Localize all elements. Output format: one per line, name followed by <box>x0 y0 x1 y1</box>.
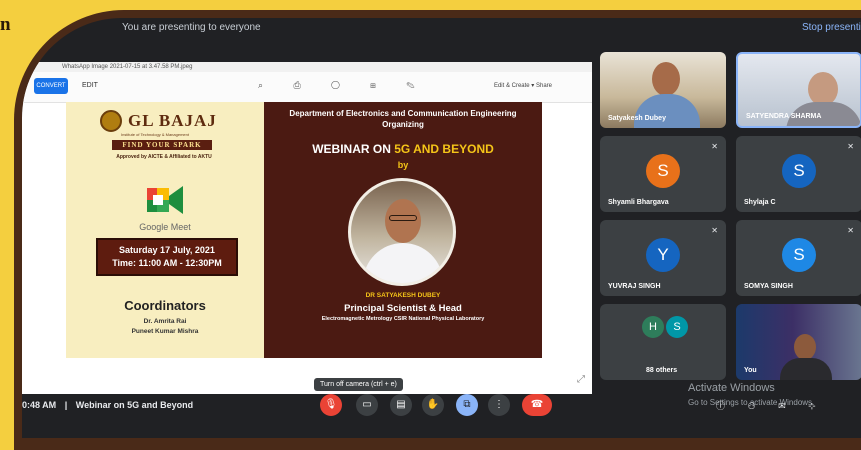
viewer-edit-label[interactable]: EDIT <box>82 82 98 89</box>
college-tagline: FIND YOUR SPARK <box>112 140 212 150</box>
meeting-side-icons[interactable]: ⓘ ⚇ ✉ ⊹ <box>716 399 826 412</box>
participant-avatar: H <box>642 316 664 338</box>
speaker-role: Principal Scientist & Head <box>344 303 462 314</box>
participant-tile[interactable]: ✕ S Shyamli Bhargava <box>600 136 726 212</box>
college-logo-text: GL BAJAJ <box>128 111 217 130</box>
college-emblem-icon <box>100 110 122 132</box>
activate-windows-title: Activate Windows <box>688 382 775 394</box>
participant-avatar: S <box>782 153 816 188</box>
presenting-banner: You are presenting to everyone <box>122 22 261 33</box>
shared-screen: WhatsApp Image 2021-07-15 at 3.47.58 PM.… <box>22 62 592 394</box>
viewer-toolbar-icons[interactable]: ⌕ ⎙ ◯ ⊞ ✎ <box>258 80 429 91</box>
viewer-primary-button[interactable]: CONVERT <box>34 78 68 94</box>
by-label: by <box>397 160 409 170</box>
speaker-lab: Electromagnetic Metrology CSIR National … <box>321 316 485 322</box>
more-options-button[interactable]: ⋮ <box>488 394 510 416</box>
participant-tile[interactable]: Satyakesh Dubey <box>600 52 726 128</box>
participant-avatar: S <box>782 237 816 272</box>
image-viewer-toolbar: CONVERT EDIT ⌕ ⎙ ◯ ⊞ ✎ Edit & Create ▾ S… <box>22 72 592 103</box>
captions-button[interactable]: ▤ <box>390 394 412 416</box>
college-approval: Approved by AICTE & Affiliated to AKTU <box>116 154 212 160</box>
participant-name: Shylaja C <box>744 199 776 206</box>
participant-tile-active[interactable]: SATYENDRA SHARMA <box>736 52 861 128</box>
webinar-title: WEBINAR ON 5G AND BEYOND <box>264 142 542 156</box>
participant-tile[interactable]: ✕ S Shylaja C <box>736 136 861 212</box>
participant-avatar: S <box>666 316 688 338</box>
self-view-tile[interactable]: You <box>736 304 861 380</box>
participant-tile[interactable]: ✕ Y YUVRAJ SINGH <box>600 220 726 296</box>
coordinator-name: Puneet Kumar Mishra <box>131 328 199 335</box>
meeting-info: 0:48 AM | Webinar on 5G and Beyond <box>22 400 193 410</box>
viewer-right-actions[interactable]: Edit & Create ▾ Share <box>494 82 552 89</box>
webinar-topic: 5G AND BEYOND <box>394 142 494 156</box>
meeting-time: 0:48 AM <box>22 400 57 410</box>
mic-off-icon: ✕ <box>711 226 718 235</box>
participant-avatar: Y <box>646 237 680 272</box>
event-date-box: Saturday 17 July, 2021 Time: 11:00 AM - … <box>96 238 238 276</box>
event-time: Time: 11:00 AM - 12:30PM <box>112 258 222 268</box>
college-subtitle: Institute of Technology & Management <box>121 132 189 137</box>
participant-name: You <box>744 367 757 374</box>
webinar-prefix: WEBINAR ON <box>312 142 395 156</box>
department-heading: Department of Electronics and Communicat… <box>289 109 517 129</box>
mic-off-icon: ✕ <box>847 226 854 235</box>
coordinator-name: Dr. Amrita Rai <box>143 318 187 325</box>
camera-tooltip: Turn off camera (ctrl + e) <box>314 378 403 391</box>
speaker-photo <box>348 178 456 286</box>
college-logo: GL BAJAJ <box>100 110 217 132</box>
participant-name: SATYENDRA SHARMA <box>746 113 822 120</box>
poster-left-panel: GL BAJAJ Institute of Technology & Manag… <box>66 102 264 358</box>
mic-off-icon: ✕ <box>711 142 718 151</box>
speaker-name: DR SATYAKESH DUBEY <box>365 292 441 299</box>
expand-icon[interactable]: ⤢ <box>577 374 585 385</box>
participant-name: Satyakesh Dubey <box>608 115 666 122</box>
meeting-title: Webinar on 5G and Beyond <box>75 400 194 410</box>
google-meet-icon <box>147 186 183 214</box>
camera-button[interactable]: ▭ <box>356 394 378 416</box>
others-avatars: H S <box>642 316 690 338</box>
participant-tile[interactable]: ✕ S SOMYA SINGH <box>736 220 861 296</box>
participant-name: Shyamli Bhargava <box>608 199 669 206</box>
image-viewer-tab[interactable]: WhatsApp Image 2021-07-15 at 3.47.58 PM.… <box>22 62 592 72</box>
meet-window: You are presenting to everyone Stop pres… <box>22 18 861 438</box>
mic-off-button[interactable]: 🎙 <box>320 394 342 416</box>
participant-name: SOMYA SINGH <box>744 283 793 290</box>
meeting-separator: | <box>64 400 68 410</box>
others-count: 88 others <box>646 367 678 374</box>
present-button[interactable]: ⧉ <box>456 394 478 416</box>
coordinators-title: Coordinators <box>124 298 206 313</box>
participant-avatar: S <box>646 153 680 188</box>
poster-right-panel: Department of Electronics and Communicat… <box>264 102 542 358</box>
event-date: Saturday 17 July, 2021 <box>119 245 215 255</box>
corner-text: n <box>0 14 11 35</box>
raise-hand-button[interactable]: ✋ <box>422 394 444 416</box>
mic-off-icon: ✕ <box>847 142 854 151</box>
end-call-button[interactable]: ☎ <box>522 394 552 416</box>
stop-presenting-button[interactable]: Stop presenting <box>802 22 861 33</box>
google-meet-label: Google Meet <box>139 222 191 232</box>
others-tile[interactable]: H S 88 others <box>600 304 726 380</box>
participant-name: YUVRAJ SINGH <box>608 283 661 290</box>
